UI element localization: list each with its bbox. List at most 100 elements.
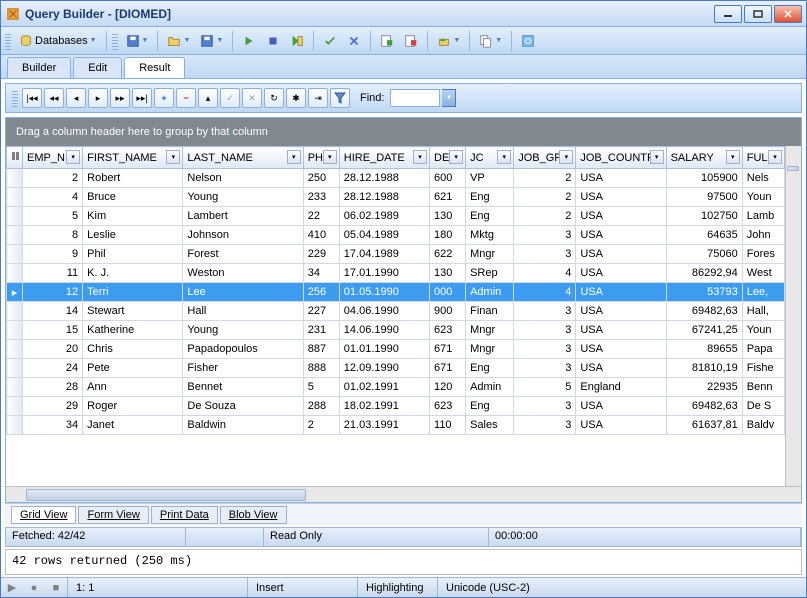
cell-salary[interactable]: 69482,63 [666, 302, 742, 321]
save-button[interactable]: ▼ [122, 30, 153, 52]
cell-emp_no[interactable]: 9 [23, 245, 83, 264]
copy-button[interactable]: ▼ [475, 30, 506, 52]
cell-de[interactable]: 120 [430, 378, 466, 397]
table-row[interactable]: 2RobertNelson25028.12.1988600VP2USA10590… [7, 169, 785, 188]
cell-de[interactable]: 000 [430, 283, 466, 302]
cell-emp_no[interactable]: 4 [23, 188, 83, 207]
edit-record-button[interactable]: ▴ [198, 88, 218, 108]
cell-ph[interactable]: 231 [303, 321, 339, 340]
cell-ph[interactable]: 888 [303, 359, 339, 378]
column-header-last_name[interactable]: LAST_NAME▾ [183, 147, 303, 169]
row-indicator[interactable] [7, 378, 23, 397]
cell-full[interactable]: Lamb [742, 207, 784, 226]
cell-hire[interactable]: 28.12.1988 [339, 188, 429, 207]
titlebar[interactable]: Query Builder - [DIOMED] [1, 1, 806, 27]
commit-button[interactable] [319, 30, 341, 52]
cell-de[interactable]: 623 [430, 321, 466, 340]
cell-country[interactable]: USA [576, 321, 666, 340]
cell-de[interactable]: 110 [430, 416, 466, 435]
cell-gf[interactable]: 3 [514, 416, 576, 435]
filter-icon[interactable]: ▾ [559, 150, 573, 164]
cell-ph[interactable]: 887 [303, 340, 339, 359]
row-indicator[interactable] [7, 340, 23, 359]
cell-jc[interactable]: Eng [466, 397, 514, 416]
cell-salary[interactable]: 75060 [666, 245, 742, 264]
cell-full[interactable]: Papa [742, 340, 784, 359]
cell-de[interactable]: 130 [430, 207, 466, 226]
cell-first[interactable]: Katherine [83, 321, 183, 340]
column-header-job_gf[interactable]: JOB_GF▾ [514, 147, 576, 169]
cell-gf[interactable]: 3 [514, 226, 576, 245]
cell-full[interactable]: West [742, 264, 784, 283]
filter-icon[interactable]: ▾ [497, 150, 511, 164]
cell-ph[interactable]: 288 [303, 397, 339, 416]
tab-edit[interactable]: Edit [73, 57, 122, 78]
toolbar-grip[interactable] [112, 32, 118, 50]
cell-salary[interactable]: 86292,94 [666, 264, 742, 283]
cell-emp_no[interactable]: 20 [23, 340, 83, 359]
cell-ph[interactable]: 2 [303, 416, 339, 435]
refresh-button[interactable] [517, 30, 539, 52]
cell-de[interactable]: 130 [430, 264, 466, 283]
goto-bookmark-button[interactable]: ⇥ [308, 88, 328, 108]
cell-last[interactable]: Nelson [183, 169, 303, 188]
cell-last[interactable]: Fisher [183, 359, 303, 378]
delete-record-button[interactable]: − [176, 88, 196, 108]
toolbar-grip[interactable] [12, 89, 18, 107]
filter-icon[interactable]: ▾ [413, 150, 427, 164]
cell-country[interactable]: USA [576, 283, 666, 302]
cell-hire[interactable]: 17.01.1990 [339, 264, 429, 283]
cell-first[interactable]: Janet [83, 416, 183, 435]
import-button[interactable] [400, 30, 422, 52]
cell-last[interactable]: Forest [183, 245, 303, 264]
column-header-de[interactable]: DE▾ [430, 147, 466, 169]
cell-salary[interactable]: 53793 [666, 283, 742, 302]
tab-print-data[interactable]: Print Data [151, 506, 218, 524]
cell-last[interactable]: Papadopoulos [183, 340, 303, 359]
cell-ph[interactable]: 34 [303, 264, 339, 283]
table-row[interactable]: 14StewartHall22704.06.1990900Finan3USA69… [7, 302, 785, 321]
cell-hire[interactable]: 28.12.1988 [339, 169, 429, 188]
prior-record-button[interactable]: ◂ [66, 88, 86, 108]
cell-last[interactable]: Lee [183, 283, 303, 302]
cell-jc[interactable]: Eng [466, 359, 514, 378]
cell-emp_no[interactable]: 12 [23, 283, 83, 302]
group-by-bar[interactable]: Drag a column header here to group by th… [6, 118, 801, 146]
cell-first[interactable]: Kim [83, 207, 183, 226]
cell-country[interactable]: USA [576, 397, 666, 416]
cell-country[interactable]: USA [576, 226, 666, 245]
cell-first[interactable]: K. J. [83, 264, 183, 283]
table-row[interactable]: 9PhilForest22917.04.1989622Mngr3USA75060… [7, 245, 785, 264]
cell-first[interactable]: Stewart [83, 302, 183, 321]
cell-ph[interactable]: 250 [303, 169, 339, 188]
table-row[interactable]: 11K. J.Weston3417.01.1990130SRep4USA8629… [7, 264, 785, 283]
cell-hire[interactable]: 01.01.1990 [339, 340, 429, 359]
cell-jc[interactable]: Mktg [466, 226, 514, 245]
cell-first[interactable]: Leslie [83, 226, 183, 245]
row-indicator[interactable] [7, 245, 23, 264]
table-row[interactable]: 29RogerDe Souza28818.02.1991623Eng3USA69… [7, 397, 785, 416]
filter-icon[interactable]: ▾ [449, 150, 463, 164]
cell-first[interactable]: Bruce [83, 188, 183, 207]
rollback-button[interactable] [343, 30, 365, 52]
bookmark-button[interactable]: ✱ [286, 88, 306, 108]
cell-salary[interactable]: 89655 [666, 340, 742, 359]
cell-ph[interactable]: 5 [303, 378, 339, 397]
cell-hire[interactable]: 04.06.1990 [339, 302, 429, 321]
table-row[interactable]: 20ChrisPapadopoulos88701.01.1990671Mngr3… [7, 340, 785, 359]
row-indicator[interactable] [7, 169, 23, 188]
cell-gf[interactable]: 3 [514, 397, 576, 416]
cell-last[interactable]: Young [183, 321, 303, 340]
cell-emp_no[interactable]: 2 [23, 169, 83, 188]
table-row[interactable]: 15KatherineYoung23114.06.1990623Mngr3USA… [7, 321, 785, 340]
export-button[interactable] [376, 30, 398, 52]
cell-jc[interactable]: Mngr [466, 245, 514, 264]
cell-country[interactable]: USA [576, 207, 666, 226]
cell-jc[interactable]: Mngr [466, 321, 514, 340]
cell-gf[interactable]: 4 [514, 283, 576, 302]
find-dropdown[interactable]: ▼ [442, 89, 456, 107]
column-header-jc[interactable]: JC▾ [466, 147, 514, 169]
cell-hire[interactable]: 01.05.1990 [339, 283, 429, 302]
row-indicator[interactable] [7, 264, 23, 283]
cell-salary[interactable]: 67241,25 [666, 321, 742, 340]
